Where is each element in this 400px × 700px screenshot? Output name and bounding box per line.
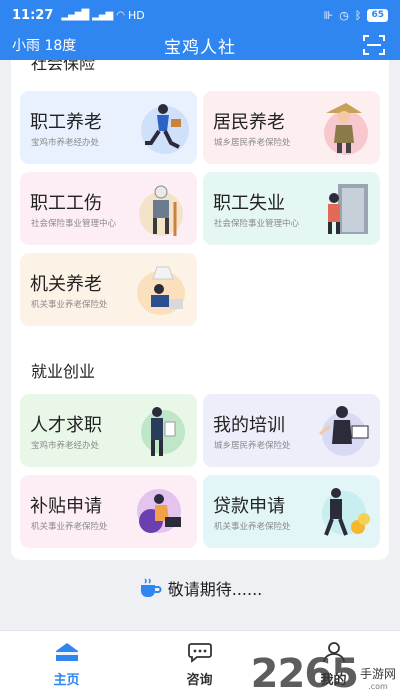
tile-title: 人才求职 bbox=[30, 415, 102, 436]
tile-title: 补贴申请 bbox=[30, 496, 102, 517]
tile-subsidy-application[interactable]: 补贴申请 机关事业养老保险处 bbox=[20, 475, 197, 548]
tile-loan-application[interactable]: 贷款申请 机关事业养老保险处 bbox=[203, 475, 380, 548]
scan-icon[interactable] bbox=[362, 34, 386, 56]
tile-subtitle: 机关事业养老保险处 bbox=[31, 300, 108, 310]
tile-subtitle: 社会保险事业管理中心 bbox=[214, 219, 300, 229]
man-with-resume-icon bbox=[141, 407, 185, 456]
tile-subtitle: 社会保险事业管理中心 bbox=[31, 219, 117, 229]
tile-title: 贷款申请 bbox=[213, 496, 285, 517]
tile-resident-pension[interactable]: 居民养老 城乡居民养老保险处 bbox=[203, 91, 380, 164]
section-title-employment: 就业创业 bbox=[27, 358, 100, 382]
main-content: 社会保险 职工养老 宝鸡市养老经办处 居民养老 城乡居民养老保险处 职工工伤 社… bbox=[0, 60, 400, 630]
tile-title: 居民养老 bbox=[213, 112, 285, 133]
section-title-social-insurance: 社会保险 bbox=[27, 60, 100, 74]
battery-indicator: 65 bbox=[367, 8, 388, 22]
man-with-coins-icon bbox=[322, 488, 370, 536]
tab-mine[interactable]: 我的 bbox=[267, 637, 400, 695]
tile-employee-pension[interactable]: 职工养老 宝鸡市养老经办处 bbox=[20, 91, 197, 164]
tile-title: 职工失业 bbox=[213, 193, 285, 214]
tile-title: 我的培训 bbox=[213, 415, 285, 436]
tab-label: 我的 bbox=[320, 673, 347, 688]
status-bar: 11:27 ▂▄▆█ ▂▄▆ ◠ HD ⊪ ◷ ᛒ 65 bbox=[0, 0, 400, 30]
bottom-tab-bar: 主页 咨询 我的 2265 手游网 .com bbox=[0, 630, 400, 700]
employment-card: 就业创业 人才求职 宝鸡市养老经办处 我的培训 城乡居民养老保险处 补贴申请 机… bbox=[11, 348, 389, 560]
tile-subtitle: 城乡居民养老保险处 bbox=[214, 138, 291, 148]
tile-subtitle: 城乡居民养老保险处 bbox=[214, 441, 291, 451]
vibrate-icon: ⊪ bbox=[323, 8, 334, 22]
office-worker-desk-icon bbox=[137, 266, 185, 315]
tab-home[interactable]: 主页 bbox=[0, 637, 133, 695]
user-icon bbox=[322, 642, 345, 663]
elderly-villager-icon bbox=[324, 103, 368, 155]
signal-icon: ▂▄▆█ bbox=[61, 9, 89, 21]
weather-info: 小雨 18度 bbox=[12, 38, 77, 54]
tile-title: 机关养老 bbox=[30, 274, 102, 295]
coming-soon: 敬请期待...... bbox=[0, 574, 400, 602]
bluetooth-icon: ᛒ bbox=[354, 8, 362, 22]
tile-subtitle: 机关事业养老保险处 bbox=[214, 522, 291, 532]
home-icon bbox=[55, 643, 78, 661]
tile-job-seeking[interactable]: 人才求职 宝鸡市养老经办处 bbox=[20, 394, 197, 467]
tile-title: 职工养老 bbox=[30, 112, 102, 133]
tile-work-injury[interactable]: 职工工伤 社会保险事业管理中心 bbox=[20, 172, 197, 245]
tile-subtitle: 宝鸡市养老经办处 bbox=[31, 441, 100, 451]
tab-label: 咨询 bbox=[186, 673, 213, 688]
wifi-icon: ◠ bbox=[116, 9, 125, 21]
tile-title: 职工工伤 bbox=[30, 193, 102, 214]
signal-icon-2: ▂▄▆ bbox=[92, 9, 113, 21]
status-time: 11:27 bbox=[12, 7, 54, 23]
tile-subtitle: 机关事业养老保险处 bbox=[31, 522, 108, 532]
trainer-presenting-icon bbox=[319, 406, 369, 456]
man-leaving-door-icon bbox=[328, 184, 368, 234]
network-type: HD bbox=[127, 8, 145, 22]
injured-worker-crutch-icon bbox=[139, 185, 183, 236]
app-header: 小雨 18度 宝鸡人社 bbox=[0, 30, 400, 60]
woman-with-laptop-icon bbox=[137, 489, 181, 533]
chat-bubble-icon bbox=[187, 643, 212, 663]
running-man-briefcase-icon bbox=[141, 104, 189, 154]
tile-institution-pension[interactable]: 机关养老 机关事业养老保险处 bbox=[20, 253, 197, 326]
tile-subtitle: 宝鸡市养老经办处 bbox=[31, 138, 100, 148]
tab-consult[interactable]: 咨询 bbox=[133, 637, 266, 695]
coming-soon-text: 敬请期待...... bbox=[167, 580, 263, 599]
tab-label: 主页 bbox=[53, 673, 80, 688]
alarm-icon: ◷ bbox=[339, 8, 349, 22]
tile-unemployment[interactable]: 职工失业 社会保险事业管理中心 bbox=[203, 172, 380, 245]
tile-my-training[interactable]: 我的培训 城乡居民养老保险处 bbox=[203, 394, 380, 467]
coffee-cup-icon bbox=[140, 578, 162, 597]
